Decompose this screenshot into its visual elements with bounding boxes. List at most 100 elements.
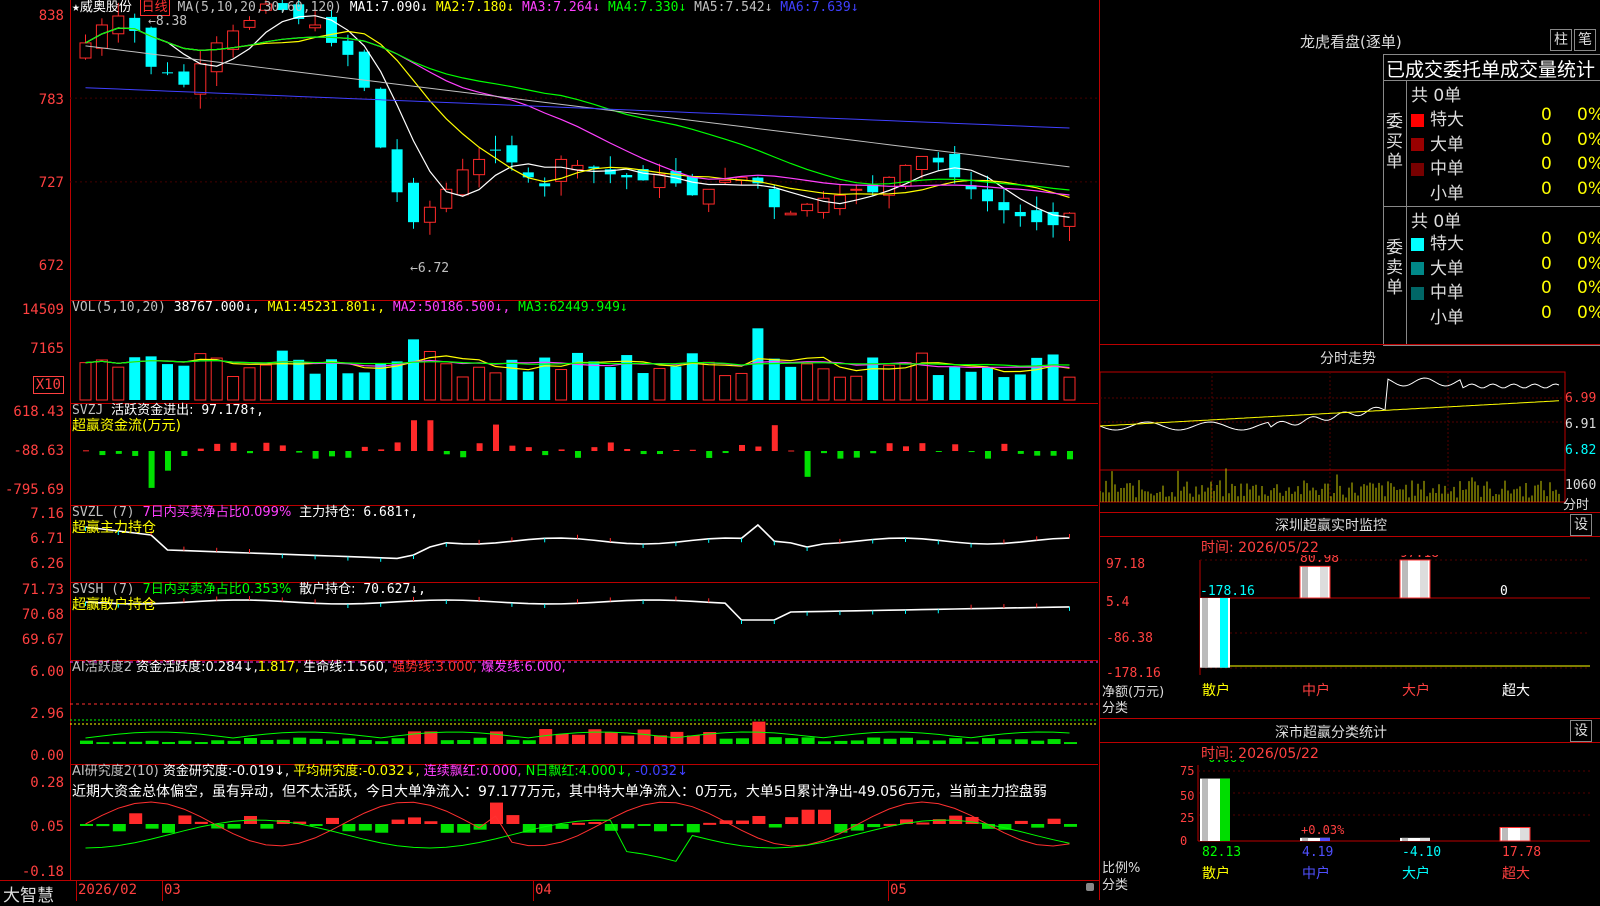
research-bar <box>178 815 192 824</box>
svzj-bar <box>657 451 663 455</box>
sell-orders-label: 委卖单 <box>1386 238 1403 298</box>
svzj-bar <box>968 451 975 453</box>
ai2-title-text: AI研究度2(10) <box>72 764 159 779</box>
volume-bar-up <box>259 364 272 401</box>
candle-up <box>850 188 863 191</box>
sz-class-bar-shade <box>1302 837 1308 841</box>
svzj-panel[interactable]: SVZJ 活跃资金进出: 97.178↑, 超赢资金流(万元) <box>70 403 1098 506</box>
candle-down <box>490 149 501 151</box>
svsh-value: 70.627↓, <box>363 582 426 597</box>
price-label-672: 672 <box>38 258 64 274</box>
volume-bar-down <box>391 361 403 400</box>
ma4-value: 7.330↓ <box>639 0 687 15</box>
date-label-mar: 03 <box>164 882 181 898</box>
sz-class-value: -4.10 <box>1402 845 1441 860</box>
volume-panel[interactable]: VOL(5,10,20) 38767.000↓, MA1:45231.801↓,… <box>70 300 1098 404</box>
candle-down <box>768 188 780 208</box>
candle-down <box>375 88 387 148</box>
vol-ma3-label: MA3: <box>518 300 550 315</box>
sz-monitor-bar-label: 80.98 <box>1300 555 1339 566</box>
svzj-bar <box>919 443 926 451</box>
svzj-bar <box>706 451 713 458</box>
research-bar <box>162 824 175 833</box>
volume-bar-down <box>686 353 698 400</box>
column-view-button[interactable]: 柱 <box>1550 29 1572 51</box>
candle-up <box>243 19 256 28</box>
research-bar <box>686 824 700 833</box>
sz-monitor-chart[interactable]: 97.18 5.4 -86.38 -178.16 -178.16 80.98 97.18 0 散… <box>1100 555 1600 720</box>
date-label-feb: 2026/02 <box>78 882 138 898</box>
volume-bar-up <box>243 367 256 401</box>
svzj-bar <box>558 449 565 451</box>
order-type: 特大 <box>1430 234 1464 254</box>
volume-bar-up <box>817 368 830 401</box>
svzl-title: SVZL (7) 7日内买卖净占比0.099% 主力持仓: 6.681↑, <box>72 505 418 521</box>
activity-bar <box>883 738 897 744</box>
volume-bar-up <box>883 364 896 401</box>
sz-monitor-y-label: -86.38 <box>1106 631 1153 646</box>
candle-up <box>79 42 92 59</box>
kline-panel[interactable]: ★威奥股份 日线 MA(5,10,20,30,60,120) MA1:7.090… <box>70 0 1098 301</box>
sz-class-title: 深市超赢分类统计 <box>1275 725 1387 741</box>
activity-bar <box>768 737 782 744</box>
ai2-title: AI研究度2(10) 资金研究度:-0.019↓, 平均研究度:-0.032↓,… <box>72 764 688 780</box>
sz-monitor-settings-button[interactable]: 设 <box>1570 514 1592 536</box>
svzj-label-top: 618.43 <box>13 404 64 420</box>
order-count: 0 <box>1541 129 1552 150</box>
ma1-label: MA1: <box>349 0 382 15</box>
activity-bar <box>998 739 1012 744</box>
activity-bar <box>1047 739 1061 744</box>
order-color-swatch <box>1411 237 1424 251</box>
ma3-label: MA3: <box>521 0 554 15</box>
candle-down <box>358 51 370 88</box>
research-bar <box>440 824 454 833</box>
intraday-title: 分时走势 <box>1320 351 1376 367</box>
order-row: 小单 0 0% <box>1411 179 1600 204</box>
order-pct: 0% <box>1577 302 1600 323</box>
vol-ma2-label: MA2: <box>392 300 425 315</box>
ai-research-panel[interactable]: AI研究度2(10) 资金研究度:-0.019↓, 平均研究度:-0.032↓,… <box>70 764 1098 880</box>
volume-bar-down <box>604 367 616 400</box>
sz-class-value: 82.13 <box>1202 845 1241 860</box>
intraday-chart[interactable] <box>1100 370 1600 510</box>
svsh-label-mid: 70.68 <box>21 607 64 623</box>
svsh-panel[interactable]: SVSH (7) 7日内买卖净占比0.353% 散户持仓: 70.627↓, 超… <box>70 582 1098 661</box>
ai1-v2: 1.817, <box>257 660 300 675</box>
research-bar <box>194 821 208 824</box>
kline-chart[interactable] <box>70 0 1098 300</box>
ai2-label-bot: -0.18 <box>21 864 64 880</box>
activity-bar <box>686 735 700 744</box>
svzj-bar <box>197 448 204 451</box>
sz-class-top-label: -0.06% <box>1201 760 1245 765</box>
buy-orders-label: 委买单 <box>1386 112 1403 172</box>
sz-monitor-xlabel: 分类 <box>1102 701 1129 716</box>
volume-bar-down <box>293 359 305 400</box>
tick-view-button[interactable]: 笔 <box>1574 29 1596 51</box>
sz-class-chart[interactable]: 75 50 25 0 -0.06% +0.03% 82.13 4.19 -4.10 17.78 散户… <box>1100 760 1600 900</box>
activity-bar <box>621 735 635 744</box>
sz-class-category: 散户 <box>1202 865 1230 882</box>
order-color-swatch <box>1411 311 1424 324</box>
order-row: 小单 0 0% <box>1411 303 1600 328</box>
svzl-label-bot: 6.26 <box>30 556 64 572</box>
ma5-label: MA5: <box>694 0 726 15</box>
activity-bar <box>1014 739 1028 744</box>
sz-class-y-label: 75 <box>1180 764 1194 778</box>
candle-up <box>423 206 436 223</box>
research-bar <box>621 824 635 829</box>
candle-up <box>194 63 207 95</box>
svzl-panel[interactable]: SVZL (7) 7日内买卖净占比0.099% 主力持仓: 6.681↑, 超赢… <box>70 505 1098 583</box>
sz-class-y-label: 25 <box>1180 811 1194 825</box>
vol-label-14509: 14509 <box>21 302 64 318</box>
volume-bar-up <box>95 359 108 401</box>
ai-activity-panel[interactable]: AI活跃度2 资金活跃度:0.284↓,1.817, 生命线:1.560, 强势… <box>70 660 1098 765</box>
research-bar <box>588 822 602 825</box>
sz-class-settings-button[interactable]: 设 <box>1570 720 1592 742</box>
volume-bar-up <box>473 366 486 401</box>
svzj-bar <box>525 447 532 451</box>
sz-monitor-bar-shade <box>1302 566 1308 598</box>
ma6-value: 7.639↓ <box>811 0 859 15</box>
low-marker: ←6.72 <box>410 261 450 276</box>
volume-bar-down <box>342 373 354 400</box>
order-row: 大单 0 0% <box>1411 254 1600 279</box>
